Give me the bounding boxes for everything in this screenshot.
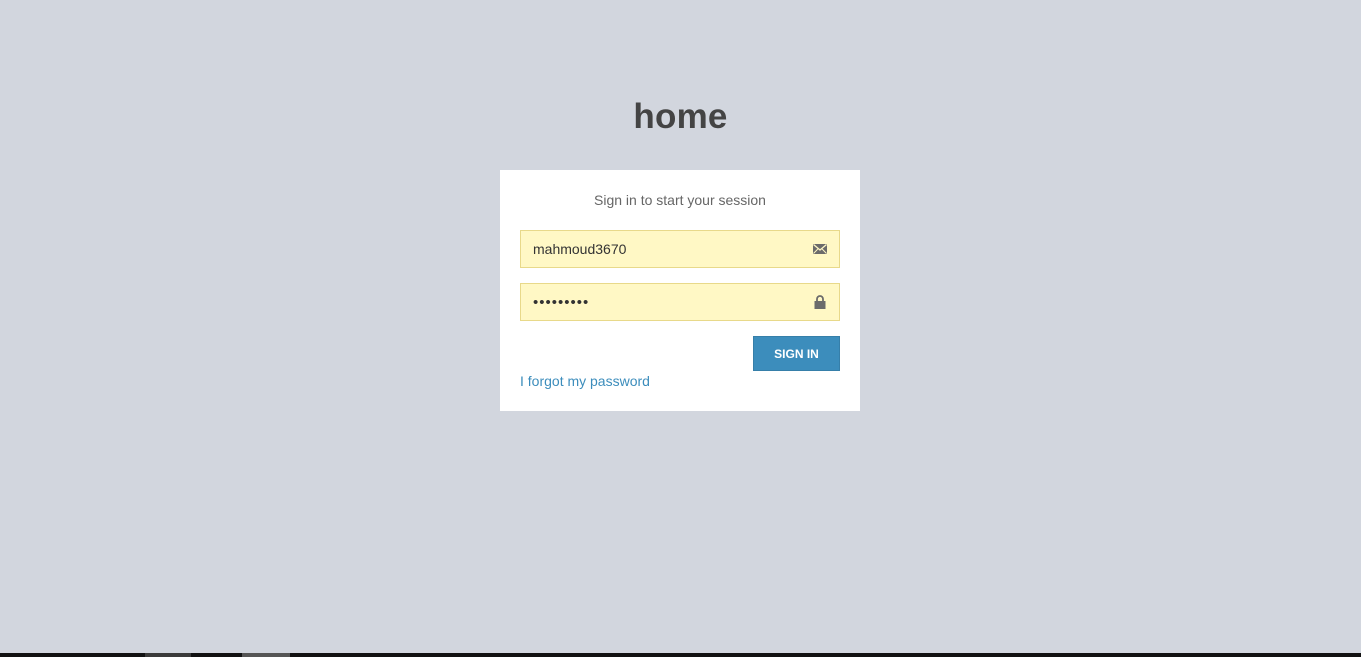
password-field: [520, 283, 840, 321]
login-message: Sign in to start your session: [594, 192, 766, 208]
taskbar: [0, 653, 1361, 657]
sign-in-button[interactable]: SIGN IN: [753, 336, 840, 371]
forgot-password-link[interactable]: I forgot my password: [520, 373, 650, 389]
login-page: home Sign in to start your session mahmo…: [0, 0, 1361, 657]
username-field: [520, 230, 840, 268]
page-title: home: [633, 97, 728, 136]
taskbar-item[interactable]: [145, 653, 191, 657]
lock-icon: [812, 294, 828, 310]
password-input[interactable]: [521, 284, 801, 320]
envelope-icon: [812, 241, 828, 257]
taskbar-item[interactable]: [242, 653, 290, 657]
username-input[interactable]: [521, 231, 801, 267]
login-box: Sign in to start your session mahmoud367…: [500, 170, 860, 411]
